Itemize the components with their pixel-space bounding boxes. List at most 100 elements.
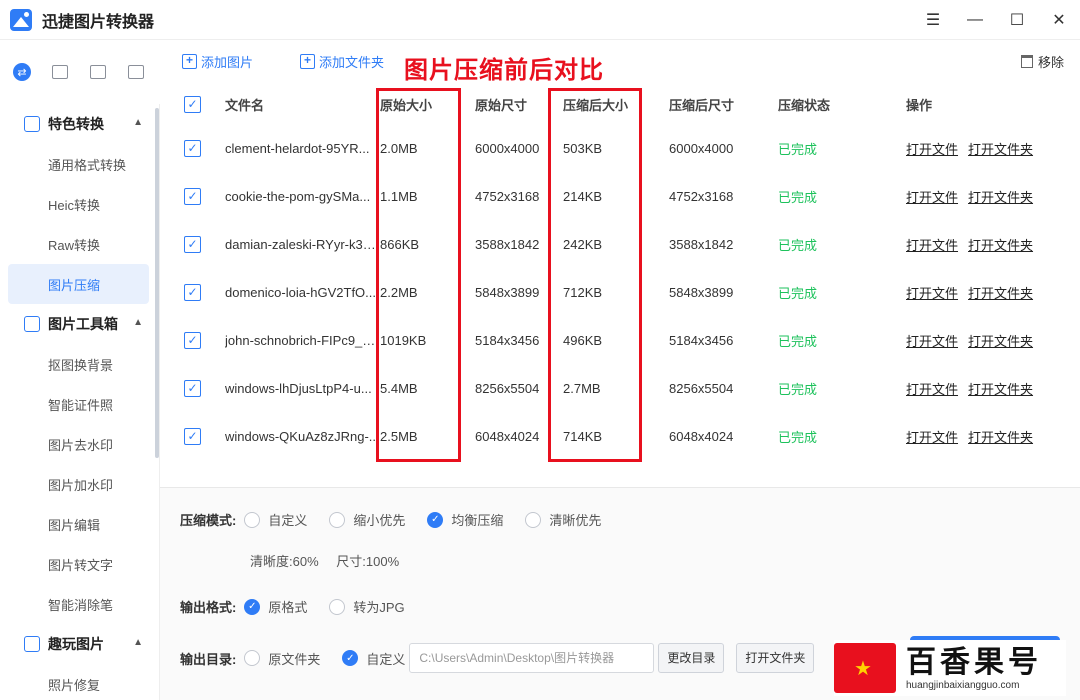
sidebar: 特色转换 ▲ 通用格式转换 Heic转换 Raw转换 图片压缩 图片工具箱 ▲ … [0,104,160,700]
row-checkbox[interactable]: ✓ [184,283,201,301]
chevron-up-icon: ▲ [133,637,143,648]
row-checkbox[interactable]: ✓ [184,331,201,349]
dir-original-radio[interactable]: 原文件夹 [244,649,320,668]
row-checkbox[interactable]: ✓ [184,139,201,157]
add-image-button[interactable]: + 添加图片 [182,52,253,71]
chevron-up-icon: ▲ [133,117,143,128]
toolbox-icon [24,316,40,332]
file-name: domenico-loia-hGV2TfO... [225,284,377,300]
mode-shrink-label: 缩小优先 [353,513,406,528]
status-badge: 已完成 [778,381,818,397]
sidebar-item-ocr[interactable]: 图片转文字 [0,544,159,584]
format-jpg-label: 转为JPG [353,600,405,615]
open-file-link[interactable]: 打开文件 [906,142,958,157]
open-folder-link[interactable]: 打开文件夹 [968,286,1033,301]
minimize-icon[interactable]: — [954,0,996,40]
sidebar-item-edit[interactable]: 图片编辑 [0,504,159,544]
image-icon [24,636,40,652]
fun-image-category-icon[interactable] [86,60,110,84]
sidebar-item-add-watermark[interactable]: 图片加水印 [0,464,159,504]
open-file-link[interactable]: 打开文件 [906,382,958,397]
compressed-dimensions: 4752x3168 [669,188,734,204]
open-file-link[interactable]: 打开文件 [906,190,958,205]
mode-clarity-label: 清晰优先 [549,513,602,528]
output-path-field[interactable]: C:\Users\Admin\Desktop\图片转换器 [409,643,655,673]
mode-custom-label: 自定义 [268,513,308,528]
sidebar-group-special-convert[interactable]: 特色转换 ▲ [0,104,159,144]
sidebar-group-fun[interactable]: 趣玩图片 ▲ [0,624,159,664]
toolbar: + 添加图片 + 添加文件夹 图片压缩前后对比 移除 [160,40,1080,84]
row-checkbox[interactable]: ✓ [184,427,201,445]
app-logo-icon [10,8,32,31]
toolbox-category-icon[interactable] [48,60,72,84]
watermark: 百香果号 huangjinbaixiangguo.com [834,640,1066,696]
sidebar-item-compress[interactable]: 图片压缩 [8,264,149,304]
open-folder-link[interactable]: 打开文件夹 [968,382,1033,397]
remove-button[interactable]: 移除 [1020,52,1064,71]
sidebar-item-remove-watermark[interactable]: 图片去水印 [0,424,159,464]
title-bar: 迅捷图片转换器 ☰ — ☐ ✕ [0,0,1080,40]
row-checkbox[interactable]: ✓ [184,379,201,397]
open-file-link[interactable]: 打开文件 [906,334,958,349]
sidebar-item-cutout[interactable]: 抠图换背景 [0,344,159,384]
open-folder-link[interactable]: 打开文件夹 [968,334,1033,349]
size-value: 尺寸:100% [336,554,400,569]
file-name: damian-zaleski-RYyr-k3Y... [225,236,380,252]
sidebar-item-heic[interactable]: Heic转换 [0,184,159,224]
sidebar-item-raw[interactable]: Raw转换 [0,224,159,264]
dir-original-label: 原文件夹 [268,651,321,667]
sidebar-item-photo-repair[interactable]: 照片修复 [0,664,159,700]
dir-custom-radio[interactable]: ✓ 自定义 [342,649,405,668]
output-format-row: 输出格式: ✓ 原格式 转为JPG [180,597,427,616]
watermark-cn-text: 百香果号 [906,645,1042,679]
compressed-dimensions: 6000x4000 [669,140,734,156]
window-controls: ☰ — ☐ ✕ [912,0,1080,40]
sidebar-item-format-convert[interactable]: 通用格式转换 [0,144,159,184]
mode-balanced-label: 均衡压缩 [451,513,504,528]
open-folder-link[interactable]: 打开文件夹 [968,430,1033,445]
select-all-checkbox[interactable]: ✓ [184,95,201,113]
output-format-label: 输出格式: [180,600,237,615]
open-file-link[interactable]: 打开文件 [906,238,958,253]
open-output-folder-button[interactable]: 打开文件夹 [736,643,815,673]
open-folder-link[interactable]: 打开文件夹 [968,142,1033,157]
mode-custom-radio[interactable]: 自定义 [244,510,307,529]
format-jpg-radio[interactable]: 转为JPG [329,597,405,616]
compressed-dimensions: 6048x4024 [669,428,734,444]
row-checkbox[interactable]: ✓ [184,235,201,253]
convert-category-icon[interactable]: ⇄ [10,60,34,84]
header-compressed-dimensions: 压缩后尺寸 [669,97,735,113]
compressed-dimensions: 5184x3456 [669,332,734,348]
plus-icon: + [300,54,315,69]
output-dir-label: 输出目录: [180,651,237,667]
chevron-up-icon: ▲ [133,317,143,328]
header-filename: 文件名 [225,97,265,113]
sidebar-group-toolbox[interactable]: 图片工具箱 ▲ [0,304,159,344]
mode-shrink-radio[interactable]: 缩小优先 [329,510,405,529]
maximize-icon[interactable]: ☐ [996,0,1038,40]
menu-icon[interactable]: ☰ [912,0,954,40]
sidebar-item-id-photo[interactable]: 智能证件照 [0,384,159,424]
open-folder-link[interactable]: 打开文件夹 [968,238,1033,253]
category-rail: ⇄ [0,40,160,104]
open-folder-link[interactable]: 打开文件夹 [968,190,1033,205]
status-badge: 已完成 [778,189,818,205]
mode-clarity-radio[interactable]: 清晰优先 [525,510,601,529]
header-status: 压缩状态 [778,97,831,113]
sidebar-scrollbar[interactable] [155,108,159,458]
sidebar-item-eraser[interactable]: 智能消除笔 [0,584,159,624]
format-original-radio[interactable]: ✓ 原格式 [244,597,307,616]
close-icon[interactable]: ✕ [1038,0,1080,40]
change-dir-button[interactable]: 更改目录 [658,643,725,673]
add-folder-button[interactable]: + 添加文件夹 [300,52,384,71]
file-name: windows-lhDjusLtpP4-u... [225,380,372,396]
batch-category-icon[interactable] [124,60,148,84]
open-file-link[interactable]: 打开文件 [906,286,958,301]
status-badge: 已完成 [778,237,818,253]
dir-custom-label: 自定义 [366,651,406,667]
compressed-size-highlight-box [548,88,642,462]
row-checkbox[interactable]: ✓ [184,187,201,205]
open-file-link[interactable]: 打开文件 [906,430,958,445]
mode-balanced-radio[interactable]: ✓ 均衡压缩 [427,510,503,529]
compressed-dimensions: 8256x5504 [669,380,734,396]
